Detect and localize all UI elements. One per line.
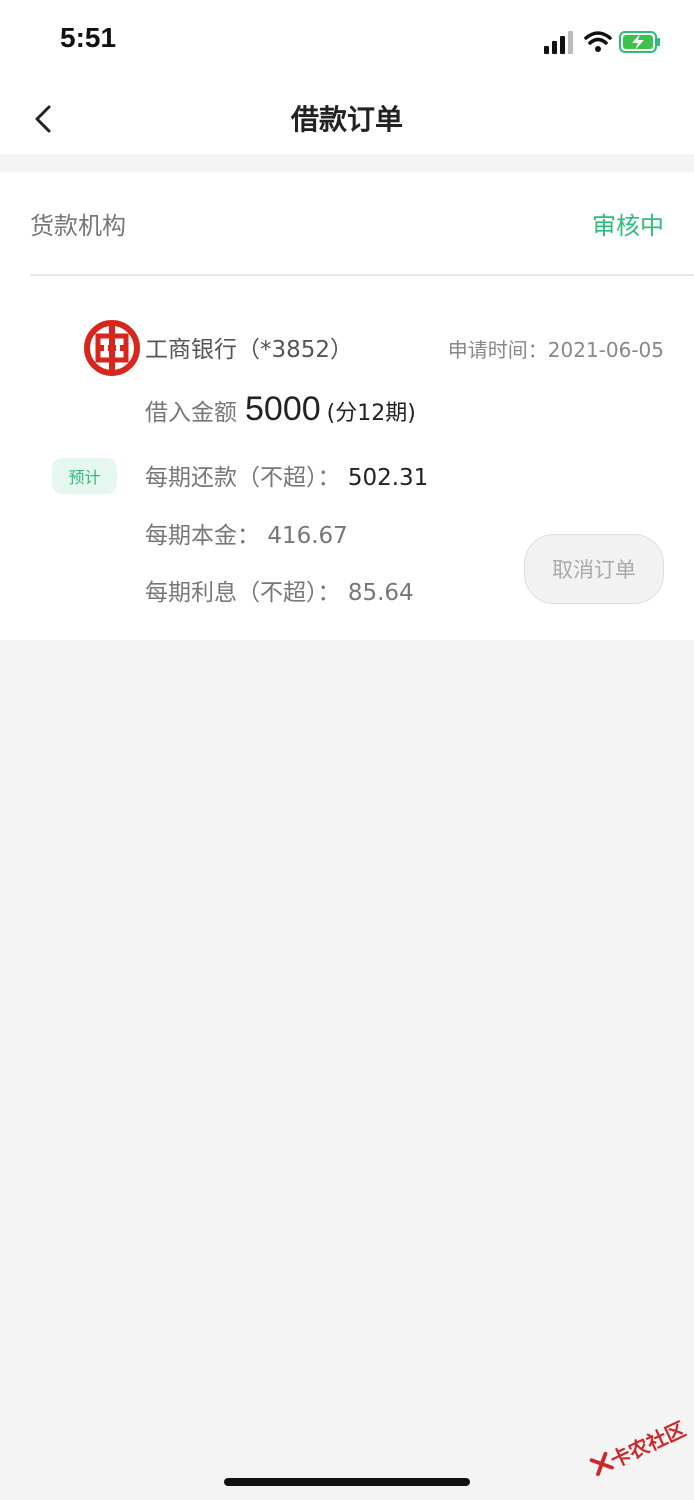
- page-title: 借款订单: [290, 103, 403, 136]
- card-header: 货款机构 审核中: [30, 172, 694, 276]
- interest-value: 85.64: [347, 580, 414, 606]
- status-badge: 审核中: [592, 212, 664, 240]
- status-bar: 5:51: [0, 0, 694, 84]
- status-time: 5:51: [60, 22, 117, 53]
- principal-label: 每期本金：: [145, 523, 260, 549]
- nav-bar: 借款订单: [0, 84, 694, 154]
- interest-label: 每期利息（不超）：: [145, 580, 341, 606]
- amount-row: 借入金额 5000 (分12期): [145, 390, 416, 429]
- bank-logo-icon: [84, 320, 140, 376]
- estimate-badge: 预计: [52, 458, 117, 494]
- apply-time: 申请时间：2021-06-05: [447, 338, 664, 362]
- institution-label: 货款机构: [30, 212, 126, 240]
- cancel-order-button[interactable]: 取消订单: [524, 534, 664, 604]
- wifi-icon: [584, 31, 612, 52]
- status-icons: [544, 28, 664, 56]
- watermark-text: 卡农社区: [606, 1416, 690, 1472]
- order-card: 货款机构 审核中 工商银行（*3852） 申请时间：2021-06-05 借入金…: [0, 172, 694, 640]
- amount-label: 借入金额: [145, 400, 237, 426]
- amount-term: (分12期): [326, 401, 416, 426]
- repayment-label: 每期还款（不超）：: [145, 465, 341, 491]
- amount-value: 5000: [245, 390, 321, 428]
- repayment-value: 502.31: [347, 465, 429, 491]
- bank-name: 工商银行（*3852）: [145, 337, 354, 363]
- battery-charging-icon: [619, 31, 660, 53]
- watermark: 卡农社区: [578, 1394, 694, 1500]
- principal-value: 416.67: [267, 523, 348, 549]
- home-indicator: [224, 1478, 470, 1486]
- principal-row: 每期本金： 416.67: [145, 516, 348, 550]
- signal-icon: [544, 31, 573, 54]
- repayment-row: 每期还款（不超）： 502.31: [145, 458, 428, 492]
- interest-row: 每期利息（不超）： 85.64: [145, 573, 414, 607]
